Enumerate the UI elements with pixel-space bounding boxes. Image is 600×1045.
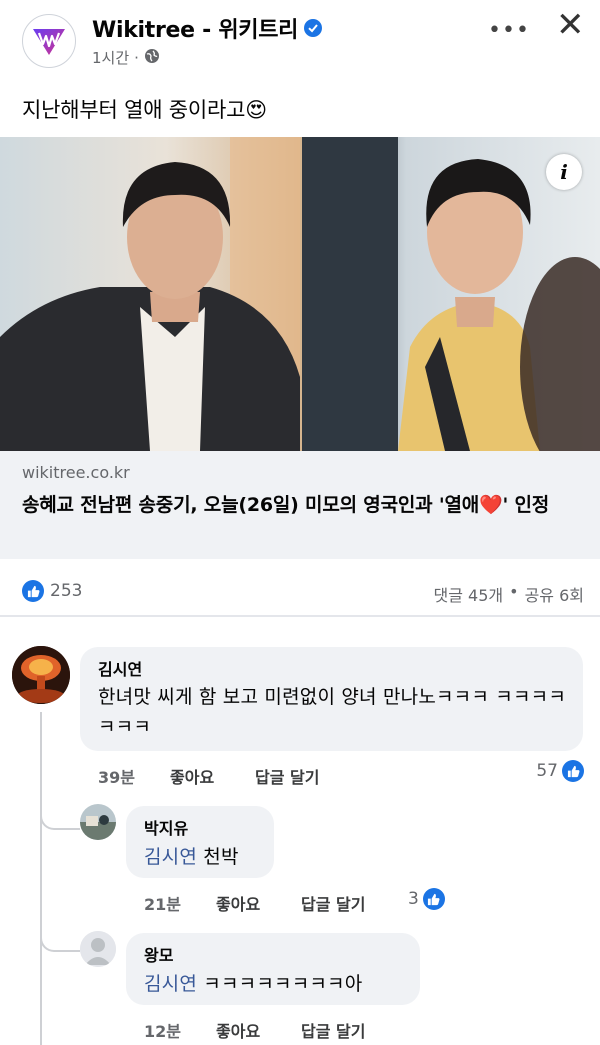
- like-icon: [422, 888, 445, 910]
- post-photo[interactable]: [0, 137, 600, 451]
- comment-text: 한녀맛 씨게 함 보고 미련없이 양녀 만나노ㅋㅋㅋ ㅋㅋㅋㅋㅋㅋㅋ: [98, 686, 566, 738]
- avatar[interactable]: [80, 804, 116, 840]
- post-time[interactable]: 1시간: [92, 47, 129, 68]
- stats-dot: •: [509, 582, 519, 601]
- link-title-text: 송혜교 전남편 송중기, 오늘(26일) 미모의 영국인과 '열애: [22, 494, 480, 516]
- comment-author[interactable]: 김시연: [98, 656, 142, 680]
- like-button[interactable]: 좋아요: [216, 1018, 301, 1042]
- like-icon: [22, 580, 44, 602]
- close-icon[interactable]: ✕: [556, 8, 585, 42]
- heart-emoji-icon: ❤️: [479, 494, 503, 516]
- comment-time[interactable]: 12분: [144, 1018, 216, 1042]
- page-name-label[interactable]: Wikitree - 위키트리: [92, 12, 298, 44]
- like-button[interactable]: 좋아요: [216, 891, 301, 915]
- more-icon[interactable]: •••: [488, 18, 530, 43]
- reaction-count: 253: [50, 581, 83, 601]
- comment-likes[interactable]: 57: [536, 760, 584, 782]
- link-domain: wikitree.co.kr: [22, 463, 130, 482]
- comment-time[interactable]: 21분: [144, 891, 216, 915]
- globe-icon: [144, 48, 160, 68]
- page-name[interactable]: Wikitree - 위키트리: [92, 12, 323, 44]
- comment-likes[interactable]: 3: [408, 888, 445, 910]
- post-stats: 댓글 45개 • 공유 6회: [434, 582, 584, 606]
- comment-body: ㅋㅋㅋㅋㅋㅋㅋㅋ아: [203, 973, 363, 995]
- thread-line: [40, 712, 42, 1045]
- comment-actions: 12분 좋아요 답글 달기: [144, 1018, 365, 1042]
- link-title-end: ' 인정: [502, 494, 550, 516]
- comment-time[interactable]: 39분: [98, 764, 170, 788]
- comment-like-count: 57: [536, 761, 558, 781]
- share-count[interactable]: 공유 6회: [525, 582, 584, 606]
- heart-eyes-emoji-icon: 😍: [245, 98, 267, 122]
- link-title[interactable]: 송혜교 전남편 송중기, 오늘(26일) 미모의 영국인과 '열애❤️' 인정: [22, 490, 582, 521]
- comment-actions: 39분 좋아요 답글 달기: [98, 764, 319, 788]
- post-text-body: 지난해부터 열애 중이라고: [22, 98, 246, 122]
- reply-connector: [40, 920, 80, 952]
- comment-actions: 21분 좋아요 답글 달기: [144, 891, 365, 915]
- reply-connector: [40, 798, 80, 830]
- wikitree-logo-icon[interactable]: [22, 14, 76, 68]
- info-icon[interactable]: i: [546, 154, 582, 190]
- like-button[interactable]: 좋아요: [170, 764, 255, 788]
- verified-badge-icon: [304, 19, 323, 37]
- comment-text: 김시연 ㅋㅋㅋㅋㅋㅋㅋㅋ아: [144, 969, 362, 999]
- post-meta: 1시간 ·: [92, 47, 160, 68]
- comment-author[interactable]: 왕모: [144, 942, 173, 966]
- avatar[interactable]: [80, 931, 116, 967]
- reply-button[interactable]: 답글 달기: [301, 891, 365, 915]
- like-icon: [562, 760, 584, 782]
- divider: [0, 615, 600, 617]
- comment-like-count: 3: [408, 889, 419, 909]
- comment-body: 천박: [203, 846, 239, 868]
- comment-text: 김시연 천박: [144, 842, 239, 872]
- avatar[interactable]: [12, 646, 70, 704]
- comment-author[interactable]: 박지유: [144, 815, 188, 839]
- mention-link[interactable]: 김시연: [144, 973, 197, 995]
- reply-button[interactable]: 답글 달기: [301, 1018, 365, 1042]
- reply-button[interactable]: 답글 달기: [255, 764, 319, 788]
- mention-link[interactable]: 김시연: [144, 846, 197, 868]
- reaction-summary[interactable]: 253: [22, 580, 82, 602]
- meta-separator: ·: [134, 48, 139, 67]
- post-text: 지난해부터 열애 중이라고😍: [22, 94, 267, 124]
- comment-count[interactable]: 댓글 45개: [434, 582, 504, 606]
